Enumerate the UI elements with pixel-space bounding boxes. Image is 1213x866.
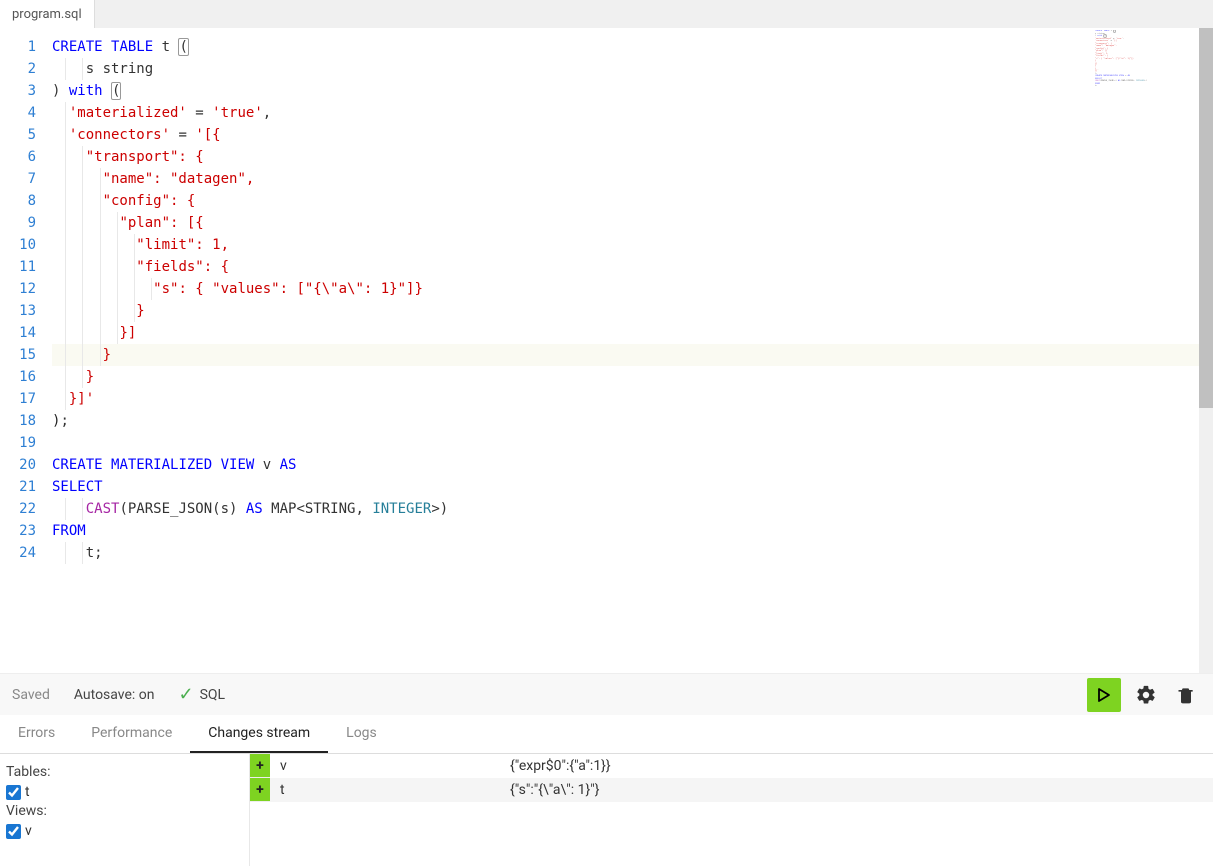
line-number: 16 (0, 366, 36, 388)
line-number: 19 (0, 432, 36, 454)
change-row[interactable]: +v{"expr$0":{"a":1}} (250, 754, 1213, 778)
change-row[interactable]: +t{"s":"{\"a\": 1}"} (250, 778, 1213, 802)
tables-views-panel: Tables: t Views: v (0, 754, 250, 866)
code-line[interactable]: "name": "datagen", (52, 168, 1213, 190)
line-number: 23 (0, 520, 36, 542)
line-number: 10 (0, 234, 36, 256)
code-line[interactable]: FROM (52, 520, 1213, 542)
tab-errors[interactable]: Errors (0, 715, 73, 753)
line-number: 13 (0, 300, 36, 322)
view-name: v (25, 823, 32, 839)
scrollbar-track[interactable] (1199, 28, 1213, 673)
view-checkbox[interactable] (6, 824, 21, 839)
settings-button[interactable] (1131, 680, 1161, 710)
line-number: 9 (0, 212, 36, 234)
change-op-icon: + (250, 778, 270, 802)
line-number: 8 (0, 190, 36, 212)
line-number: 7 (0, 168, 36, 190)
line-number: 15 (0, 344, 36, 366)
panel-tabs: Errors Performance Changes stream Logs (0, 715, 1213, 754)
code-line[interactable]: CREATE MATERIALIZED VIEW v AS (52, 454, 1213, 476)
code-line[interactable]: ); (52, 410, 1213, 432)
line-gutter: 123456789101112131415161718192021222324 (0, 28, 44, 673)
scrollbar-thumb[interactable] (1199, 28, 1213, 408)
change-op-icon: + (250, 754, 270, 778)
change-name: t (270, 782, 510, 798)
table-item: t (6, 784, 243, 800)
code-line[interactable]: } (52, 344, 1213, 366)
status-bar: Saved Autosave: on ✓ SQL (0, 673, 1213, 715)
change-data: {"expr$0":{"a":1}} (510, 758, 1213, 774)
change-data: {"s":"{\"a\": 1}"} (510, 782, 1213, 798)
changes-table: +v{"expr$0":{"a":1}}+t{"s":"{\"a\": 1}"} (250, 754, 1213, 866)
view-item: v (6, 823, 243, 839)
table-checkbox[interactable] (6, 785, 21, 800)
file-tab-bar: program.sql (0, 0, 1213, 28)
bottom-panel: Tables: t Views: v +v{"expr$0":{"a":1}}+… (0, 754, 1213, 866)
code-line[interactable]: ) with ( (52, 80, 1213, 102)
code-line[interactable]: SELECT (52, 476, 1213, 498)
code-line[interactable]: "transport": { (52, 146, 1213, 168)
code-line[interactable]: s string (52, 58, 1213, 80)
line-number: 14 (0, 322, 36, 344)
line-number: 21 (0, 476, 36, 498)
code-editor[interactable]: CREATE TABLE t ( s string) with ( 'mater… (44, 28, 1213, 673)
trash-icon (1176, 685, 1196, 705)
line-number: 1 (0, 36, 36, 58)
code-line[interactable]: } (52, 366, 1213, 388)
language-indicator: ✓ SQL (178, 684, 225, 705)
line-number: 18 (0, 410, 36, 432)
tables-label: Tables: (6, 764, 243, 780)
code-line[interactable]: "limit": 1, (52, 234, 1213, 256)
run-button[interactable] (1087, 678, 1121, 712)
file-tab-label: program.sql (12, 7, 82, 22)
play-icon (1096, 687, 1112, 703)
line-number: 6 (0, 146, 36, 168)
line-number: 4 (0, 102, 36, 124)
editor-area: 123456789101112131415161718192021222324 … (0, 28, 1213, 673)
delete-button[interactable] (1171, 680, 1201, 710)
file-tab[interactable]: program.sql (0, 0, 95, 28)
code-line[interactable]: 'connectors' = '[{ (52, 124, 1213, 146)
line-number: 24 (0, 542, 36, 564)
change-name: v (270, 758, 510, 774)
gear-icon (1135, 684, 1157, 706)
autosave-status[interactable]: Autosave: on (74, 687, 155, 703)
minimap[interactable]: CREATE TABLE t ( s string) with ( 'mater… (1095, 30, 1195, 110)
tab-logs[interactable]: Logs (328, 715, 395, 753)
table-name: t (25, 784, 30, 800)
code-line[interactable]: "plan": [{ (52, 212, 1213, 234)
code-line[interactable]: "fields": { (52, 256, 1213, 278)
code-line[interactable]: } (52, 300, 1213, 322)
line-number: 3 (0, 80, 36, 102)
line-number: 2 (0, 58, 36, 80)
language-label: SQL (200, 687, 225, 703)
code-line[interactable]: "config": { (52, 190, 1213, 212)
line-number: 17 (0, 388, 36, 410)
saved-status: Saved (12, 687, 50, 703)
code-line[interactable]: }]' (52, 388, 1213, 410)
code-line[interactable]: 'materialized' = 'true', (52, 102, 1213, 124)
line-number: 5 (0, 124, 36, 146)
line-number: 22 (0, 498, 36, 520)
tab-performance[interactable]: Performance (73, 715, 190, 753)
code-line[interactable]: }] (52, 322, 1213, 344)
line-number: 11 (0, 256, 36, 278)
code-line[interactable]: "s": { "values": ["{\"a\": 1}"]} (52, 278, 1213, 300)
views-label: Views: (6, 803, 243, 819)
check-icon: ✓ (178, 684, 193, 705)
line-number: 12 (0, 278, 36, 300)
code-line[interactable]: CAST(PARSE_JSON(s) AS MAP<STRING, INTEGE… (52, 498, 1213, 520)
line-number: 20 (0, 454, 36, 476)
code-line[interactable]: t; (52, 542, 1213, 564)
code-line[interactable] (52, 432, 1213, 454)
code-line[interactable]: CREATE TABLE t ( (52, 36, 1213, 58)
tab-changes-stream[interactable]: Changes stream (190, 715, 328, 753)
